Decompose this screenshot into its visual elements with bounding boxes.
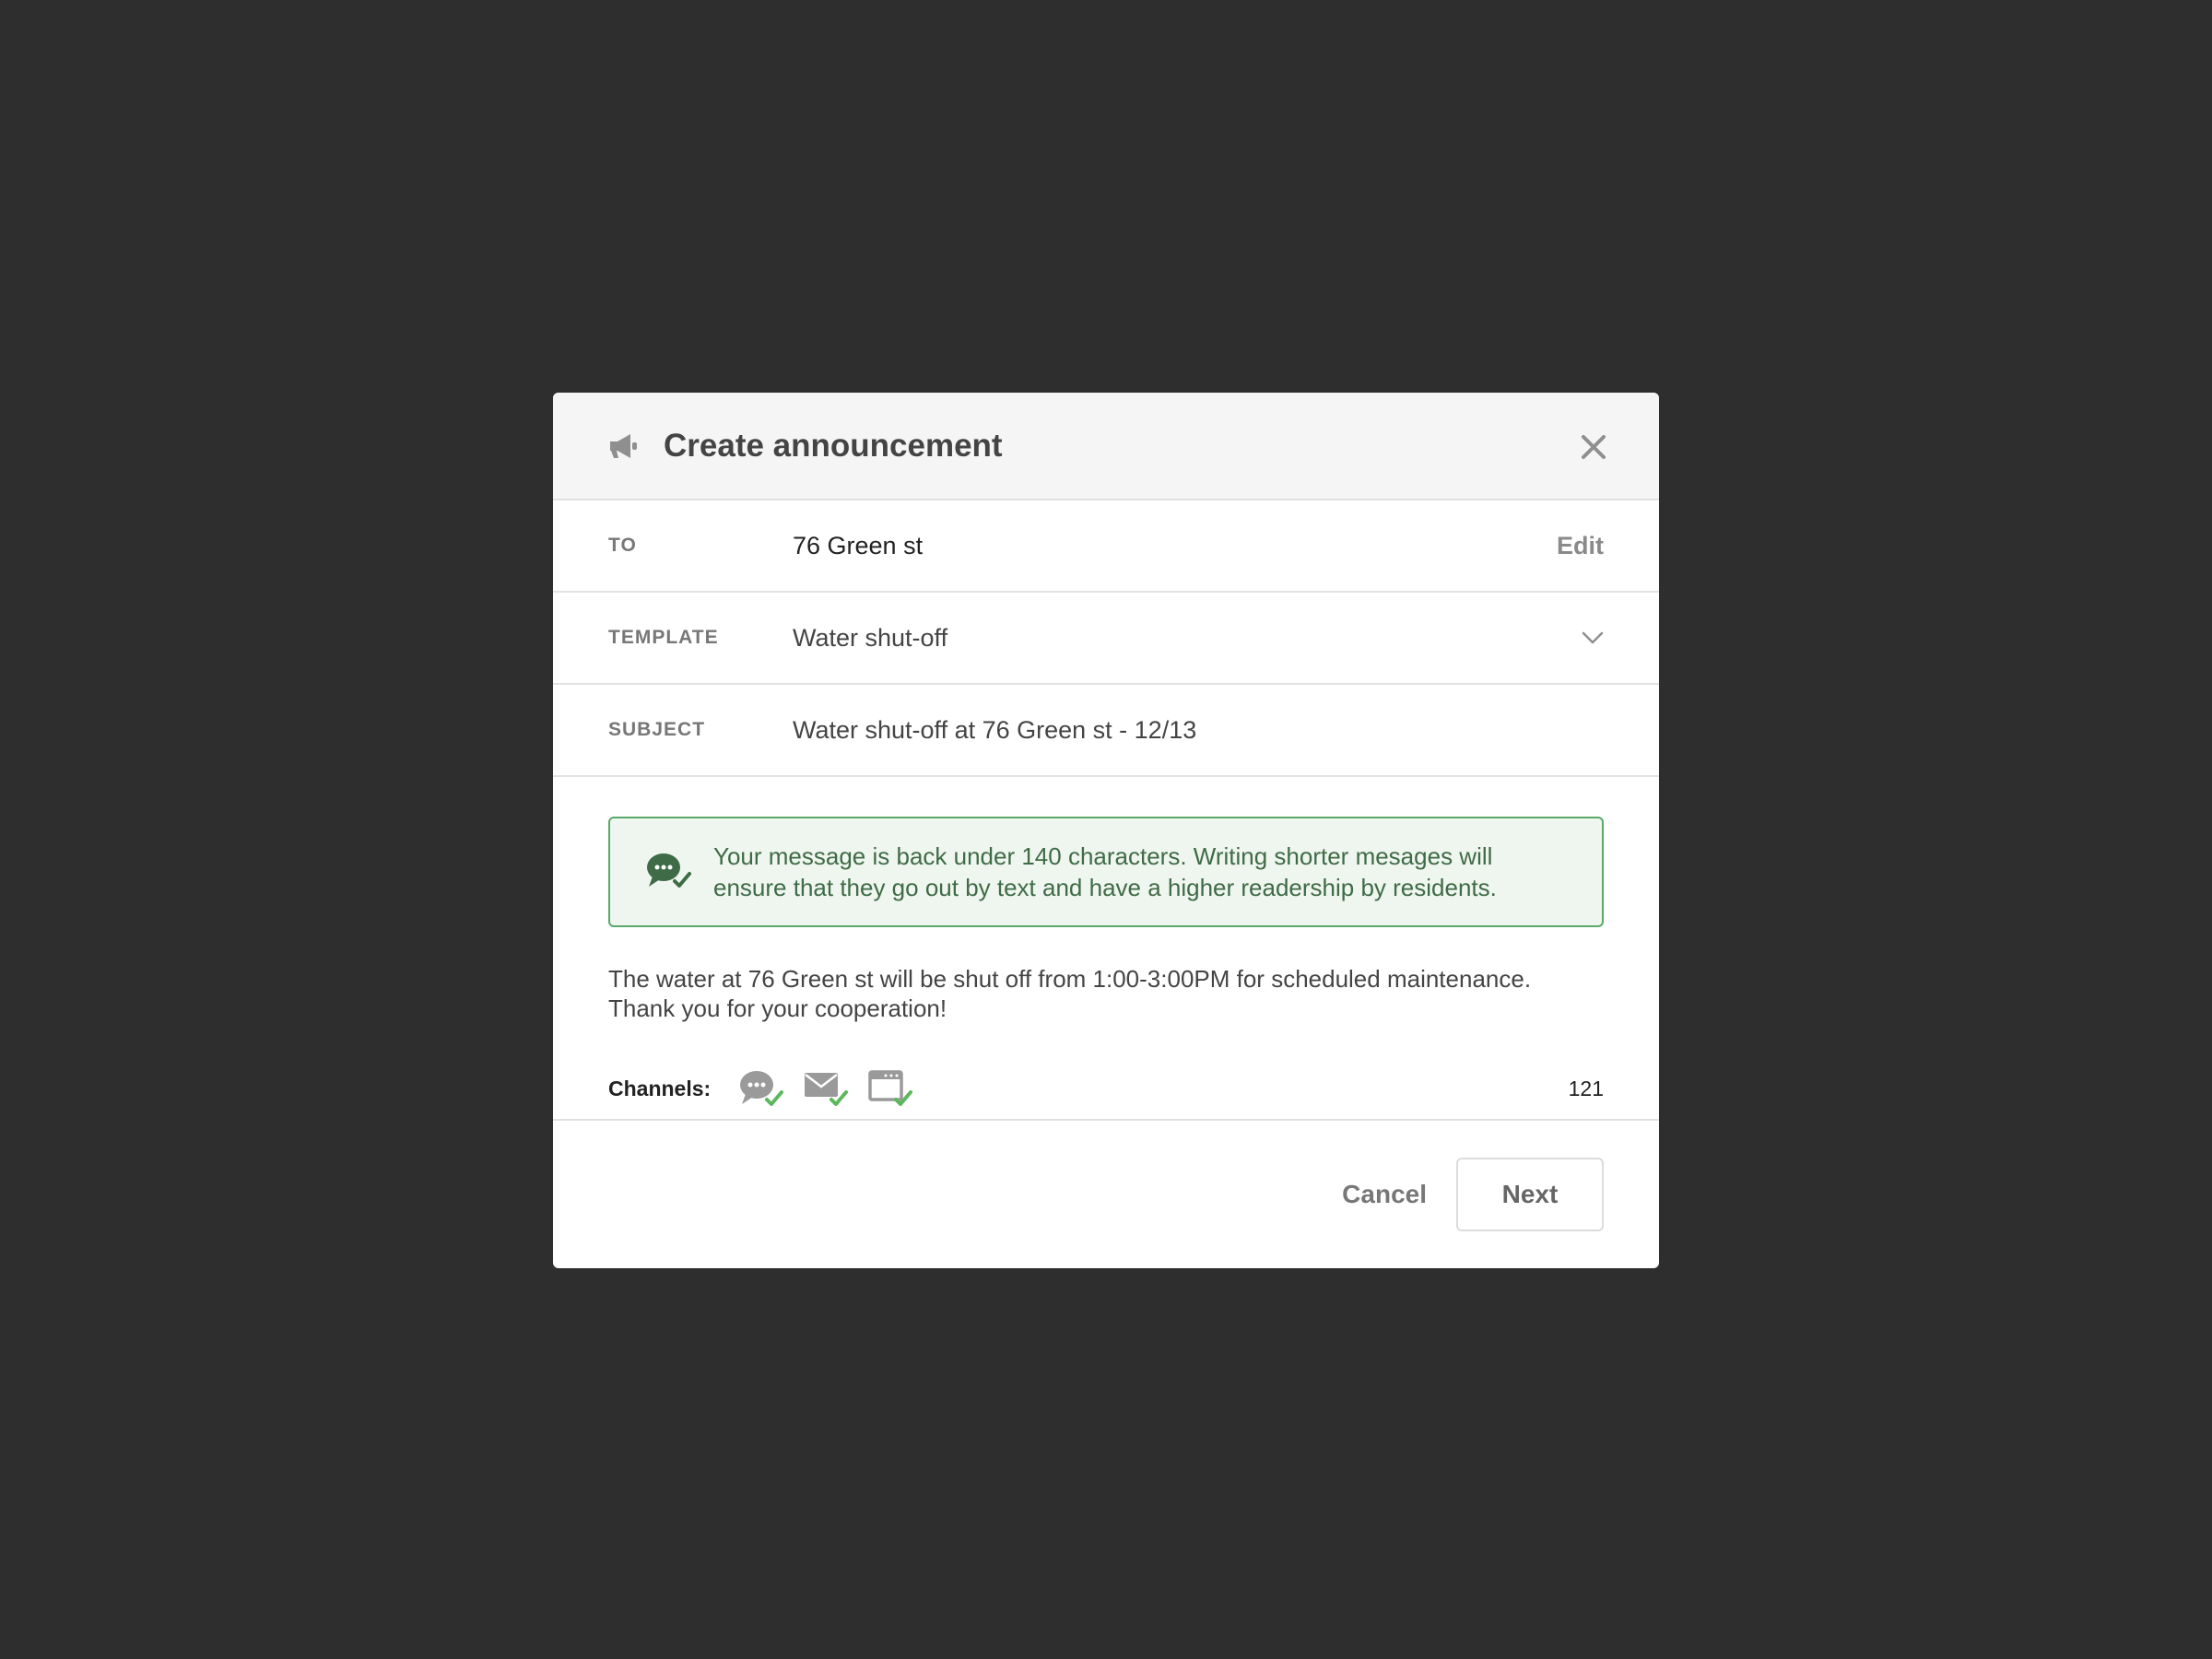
template-value: Water shut-off xyxy=(793,623,948,652)
modal-footer: Cancel Next xyxy=(1342,1158,1604,1231)
channels-label: Channels: xyxy=(608,1076,712,1100)
template-select[interactable]: TEMPLATE Water shut-off xyxy=(553,593,1659,685)
subject-value[interactable]: Water shut-off at 76 Green st - 12/13 xyxy=(793,716,1604,745)
message-line: Thank you for your cooperation! xyxy=(608,994,947,1022)
channels-row: Channels: 121 xyxy=(608,1065,1604,1112)
to-label: TO xyxy=(608,535,637,556)
chat-check-icon xyxy=(645,852,693,892)
close-icon[interactable] xyxy=(1580,433,1607,461)
megaphone-icon xyxy=(608,432,640,460)
sms-chat-icon[interactable] xyxy=(738,1069,784,1108)
character-limit-notice: Your message is back under 140 character… xyxy=(608,817,1604,927)
cancel-button[interactable]: Cancel xyxy=(1342,1180,1427,1209)
edit-recipients-link[interactable]: Edit xyxy=(1557,532,1604,560)
character-count: 121 xyxy=(1568,1076,1604,1100)
template-label: TEMPLATE xyxy=(608,627,719,648)
message-body[interactable]: The water at 76 Green st will be shut of… xyxy=(608,964,1604,1023)
subject-label: SUBJECT xyxy=(608,719,706,740)
footer-divider xyxy=(553,1119,1659,1121)
next-button[interactable]: Next xyxy=(1456,1158,1604,1231)
subject-field[interactable]: SUBJECT Water shut-off at 76 Green st - … xyxy=(553,685,1659,777)
to-value: 76 Green st xyxy=(793,531,924,559)
web-browser-icon[interactable] xyxy=(867,1069,913,1108)
chevron-down-icon[interactable] xyxy=(1582,631,1604,644)
create-announcement-modal: Create announcement TO 76 Green st Edit … xyxy=(553,393,1659,1268)
message-line: The water at 76 Green st will be shut of… xyxy=(608,965,1532,993)
modal-title: Create announcement xyxy=(664,427,1003,464)
to-row: TO 76 Green st Edit xyxy=(553,500,1659,593)
email-icon[interactable] xyxy=(803,1069,849,1108)
notice-text: Your message is back under 140 character… xyxy=(713,842,1497,901)
modal-header: Create announcement xyxy=(553,393,1659,500)
